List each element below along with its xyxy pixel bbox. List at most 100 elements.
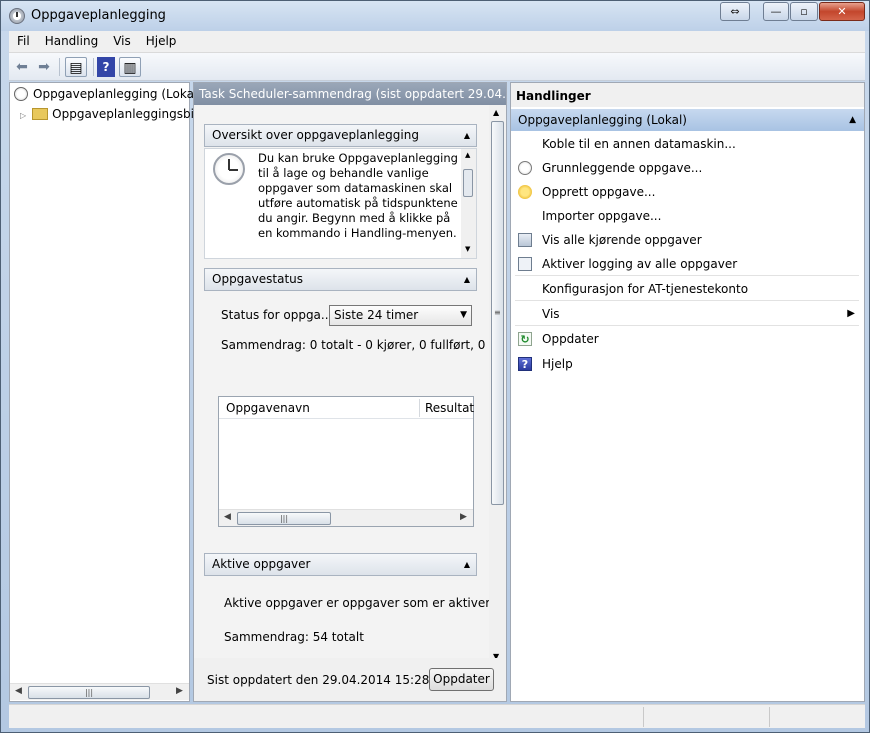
action-label: Hjelp	[542, 357, 573, 371]
task-status-grid: Oppgavenavn Resultat ◀ ||| ▶	[218, 396, 474, 527]
scrollbar-thumb[interactable]: |||	[28, 686, 150, 699]
column-header-task-name[interactable]: Oppgavenavn	[226, 401, 310, 415]
menu-bar: Fil Handling Vis Hjelp	[9, 31, 865, 53]
snap-icon[interactable]: ⇔	[720, 2, 750, 21]
status-summary: Sammendrag: 0 totalt - 0 kjører, 0 fullf…	[221, 338, 489, 352]
clock-icon	[14, 87, 28, 101]
expand-icon[interactable]: ▷	[20, 111, 26, 120]
action-connect[interactable]: Koble til en annen datamaskin...	[515, 132, 859, 156]
status-section-header[interactable]: Oppgavestatus ▲	[204, 268, 477, 291]
toolbar: ⬅ ➡ ▤ ? ▥	[9, 53, 865, 81]
minimize-button[interactable]: —	[763, 2, 789, 21]
tree-root[interactable]: Oppgaveplanlegging (Lokal)	[14, 84, 202, 104]
action-label: Grunnleggende oppgave...	[542, 161, 703, 175]
help-icon[interactable]: ?	[97, 57, 115, 77]
active-title: Aktive oppgaver	[212, 557, 311, 571]
folder-icon	[32, 108, 49, 120]
action-view[interactable]: Vis ▶	[515, 302, 859, 326]
menu-handling[interactable]: Handling	[37, 31, 106, 48]
status-period-select[interactable]: Siste 24 timer ▼	[329, 305, 472, 326]
menu-hjelp[interactable]: Hjelp	[138, 31, 184, 48]
scrollbar-thumb[interactable]	[463, 169, 473, 197]
window-title: Oppgaveplanlegging	[31, 8, 166, 23]
tree-library[interactable]: ▷ Oppgaveplanleggingsbib	[20, 104, 202, 124]
show-hide-action-pane-icon[interactable]: ▥	[119, 57, 141, 77]
overview-section-header[interactable]: Oversikt over oppgaveplanlegging ▲	[204, 124, 477, 147]
scroll-right-icon[interactable]: ▶	[460, 512, 467, 522]
action-label: Oppdater	[542, 332, 599, 346]
back-arrow-icon[interactable]: ⬅	[13, 57, 31, 77]
active-section-header[interactable]: Aktive oppgaver ▲	[204, 553, 477, 576]
grip-icon: ≡	[494, 308, 501, 317]
status-body: Status for oppga... Siste 24 timer ▼ Sam…	[204, 295, 489, 545]
app-window: Oppgaveplanlegging ⇔ — ▫ ✕ Fil Handling Vi…	[0, 0, 870, 733]
action-label: Importer oppgave...	[542, 209, 662, 223]
close-button[interactable]: ✕	[819, 2, 865, 21]
action-show-running[interactable]: Vis alle kjørende oppgaver	[515, 228, 859, 252]
status-label: Status for oppga...	[221, 308, 333, 322]
scroll-left-icon[interactable]: ◀	[224, 512, 231, 522]
scrollbar-thumb[interactable]: ≡	[491, 121, 504, 505]
overview-box: Du kan bruke Oppgaveplanlegging til å la…	[204, 148, 477, 259]
action-label: Aktiver logging av alle oppgaver	[542, 257, 738, 271]
scroll-up-icon[interactable]: ▲	[465, 151, 470, 159]
action-at-config[interactable]: Konfigurasjon for AT-tjenestekonto	[515, 277, 859, 301]
action-enable-logging[interactable]: Aktiver logging av alle oppgaver	[515, 252, 859, 276]
tree-root-label: Oppgaveplanlegging (Lokal)	[33, 87, 202, 101]
actions-group-header[interactable]: Oppgaveplanlegging (Lokal) ▲	[511, 109, 864, 131]
status-bar	[9, 704, 865, 728]
collapse-icon[interactable]: ▲	[464, 269, 470, 290]
menu-fil[interactable]: Fil	[9, 31, 37, 48]
summary-pane: Task Scheduler-sammendrag (sist oppdater…	[193, 82, 507, 702]
scroll-right-icon[interactable]: ▶	[176, 686, 183, 696]
active-summary: Sammendrag: 54 totalt	[224, 630, 364, 644]
refresh-button[interactable]: Oppdater	[429, 668, 494, 691]
scroll-left-icon[interactable]: ◀	[15, 686, 22, 696]
collapse-icon[interactable]: ▲	[464, 125, 470, 146]
clock-icon	[518, 161, 532, 175]
summary-header: Task Scheduler-sammendrag (sist oppdater…	[194, 83, 506, 105]
scrollbar-thumb[interactable]: |||	[237, 512, 331, 525]
scroll-down-icon[interactable]: ▼	[465, 245, 470, 253]
forward-arrow-icon[interactable]: ➡	[35, 57, 53, 77]
last-updated-text: Sist oppdatert den 29.04.2014 15:28:27	[207, 673, 449, 687]
chevron-down-icon: ▼	[460, 310, 467, 320]
toolbar-divider	[93, 58, 94, 76]
column-header-result[interactable]: Resultat	[425, 401, 474, 415]
summary-body: Oversikt over oppgaveplanlegging ▲ Du ka…	[194, 105, 489, 667]
overview-title: Oversikt over oppgaveplanlegging	[212, 128, 419, 142]
action-import-task[interactable]: Importer oppgave...	[515, 204, 859, 228]
overview-text: Du kan bruke Oppgaveplanlegging til å la…	[258, 151, 458, 240]
menu-vis[interactable]: Vis	[105, 31, 138, 48]
action-refresh[interactable]: ↻ Oppdater	[515, 327, 859, 351]
action-help[interactable]: ? Hjelp	[515, 352, 859, 376]
grid-header: Oppgavenavn Resultat	[219, 397, 474, 419]
collapse-icon[interactable]: ▲	[464, 554, 470, 575]
status-title: Oppgavestatus	[212, 272, 304, 286]
scroll-up-icon[interactable]: ▲	[493, 108, 499, 117]
active-text: Aktive oppgaver er oppgaver som er aktiv…	[224, 596, 489, 610]
clock-icon	[213, 153, 245, 185]
help-icon: ?	[518, 357, 532, 371]
actions-title: Handlinger	[511, 83, 864, 107]
action-basic-task[interactable]: Grunnleggende oppgave...	[515, 156, 859, 180]
action-label: Vis	[542, 307, 560, 321]
submenu-arrow-icon: ▶	[847, 308, 855, 319]
collapse-icon[interactable]: ▲	[849, 109, 856, 131]
maximize-button[interactable]: ▫	[790, 2, 818, 21]
summary-footer: Sist oppdatert den 29.04.2014 15:28:27 O…	[194, 658, 506, 701]
toolbar-divider	[59, 58, 60, 76]
console-tree: Oppgaveplanlegging (Lokal) ▷ Oppgaveplanl…	[9, 82, 202, 702]
log-icon	[518, 257, 532, 271]
action-create-task[interactable]: Opprett oppgave...	[515, 180, 859, 204]
horizontal-scrollbar[interactable]: ◀ ||| ▶	[10, 683, 189, 700]
overview-scrollbar[interactable]: ▲ ▼	[461, 149, 476, 258]
action-label: Konfigurasjon for AT-tjenestekonto	[542, 282, 749, 296]
title-bar[interactable]: Oppgaveplanlegging ⇔ — ▫ ✕	[1, 1, 869, 31]
column-divider[interactable]	[419, 399, 420, 417]
tree-library-label: Oppgaveplanleggingsbib	[52, 107, 202, 121]
action-label: Opprett oppgave...	[542, 185, 656, 199]
summary-scrollbar[interactable]: ▲ ≡ ▼	[489, 105, 506, 667]
show-hide-console-tree-icon[interactable]: ▤	[65, 57, 87, 77]
grid-horizontal-scrollbar[interactable]: ◀ ||| ▶	[219, 509, 473, 526]
